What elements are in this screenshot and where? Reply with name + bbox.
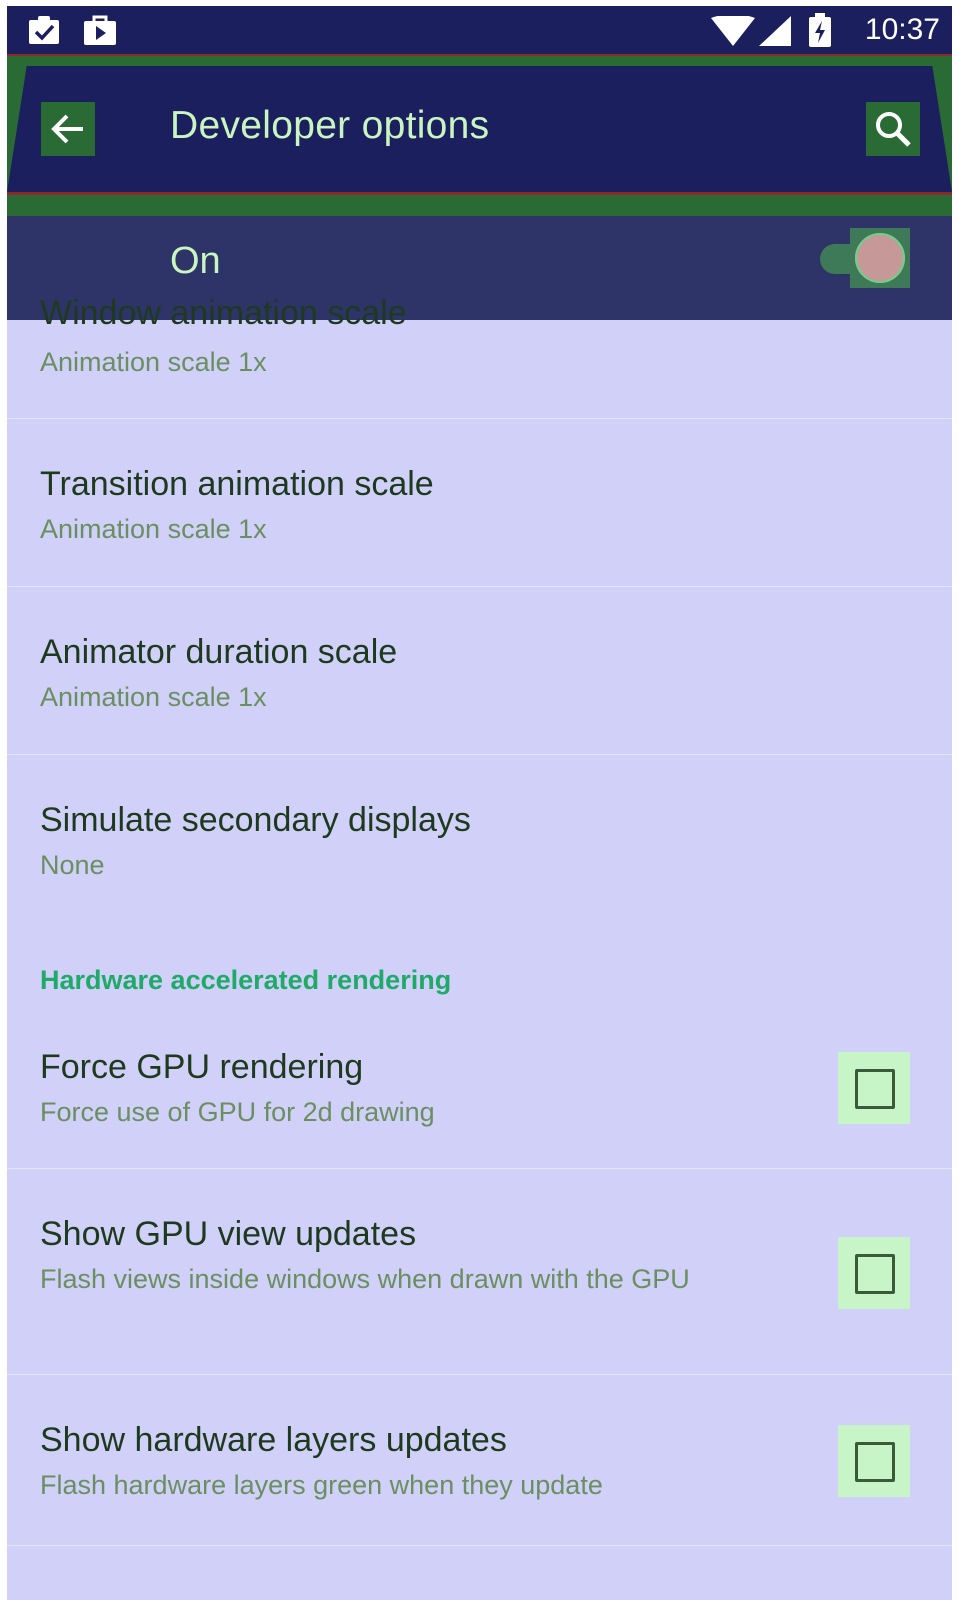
pref-window-animation-scale[interactable]: Window animation scale Animation scale 1… <box>7 294 952 419</box>
pref-title: Simulate secondary displays <box>40 801 471 839</box>
pref-summary: Flash hardware layers green when they up… <box>40 1470 603 1500</box>
pref-summary: Force use of GPU for 2d drawing <box>40 1097 435 1127</box>
checkbox[interactable] <box>838 1052 910 1124</box>
pref-title: Show hardware layers updates <box>40 1421 507 1459</box>
back-button[interactable] <box>41 102 95 156</box>
pref-summary: Animation scale 1x <box>40 682 267 712</box>
category-header: Hardware accelerated rendering <box>40 965 452 995</box>
action-bar-top-band <box>7 54 952 66</box>
checkbox[interactable] <box>838 1237 910 1309</box>
page-title: Developer options <box>170 104 490 147</box>
pref-title: Window animation scale <box>40 294 407 332</box>
pref-summary: Animation scale 1x <box>40 347 267 377</box>
action-bar-left-edge <box>7 64 27 192</box>
switch-thumb <box>855 233 905 283</box>
pref-simulate-secondary-displays[interactable]: Simulate secondary displays None <box>7 755 952 925</box>
action-bar-right-edge <box>932 64 952 192</box>
play-store-icon <box>83 14 117 50</box>
screen: 10:37 Developer options On Window animat… <box>7 6 952 1600</box>
pref-show-hardware-layers-updates[interactable]: Show hardware layers updates Flash hardw… <box>7 1375 952 1546</box>
checkbox-square <box>855 1442 895 1482</box>
pref-summary: None <box>40 850 105 880</box>
battery-charging-icon <box>807 13 833 51</box>
arrow-back-icon <box>51 114 83 144</box>
pref-title: Transition animation scale <box>40 465 434 503</box>
status-bar: 10:37 <box>7 6 952 54</box>
search-button[interactable] <box>866 102 920 156</box>
checkbox-square <box>855 1254 895 1294</box>
pref-summary: Flash views inside windows when drawn wi… <box>40 1264 690 1294</box>
pref-animator-duration-scale[interactable]: Animator duration scale Animation scale … <box>7 587 952 755</box>
status-time: 10:37 <box>864 13 940 46</box>
action-bar-bottom-band <box>7 192 952 216</box>
pref-summary: Animation scale 1x <box>40 514 267 544</box>
pref-title: Show GPU view updates <box>40 1215 417 1253</box>
pref-title: Force GPU rendering <box>40 1048 364 1086</box>
master-switch-label: On <box>170 240 221 282</box>
search-icon <box>876 112 911 147</box>
pref-transition-animation-scale[interactable]: Transition animation scale Animation sca… <box>7 419 952 587</box>
action-bar: Developer options <box>7 54 952 216</box>
master-switch-toggle[interactable] <box>850 228 910 288</box>
pref-show-gpu-view-updates[interactable]: Show GPU view updates Flash views inside… <box>7 1169 952 1375</box>
clipboard-check-icon <box>27 14 61 50</box>
checkbox-square <box>855 1069 895 1109</box>
wifi-icon <box>711 14 755 50</box>
pref-force-gpu-rendering[interactable]: Force GPU rendering Force use of GPU for… <box>7 1020 952 1169</box>
cell-signal-icon <box>759 16 791 50</box>
pref-title: Animator duration scale <box>40 633 398 671</box>
checkbox[interactable] <box>838 1425 910 1497</box>
